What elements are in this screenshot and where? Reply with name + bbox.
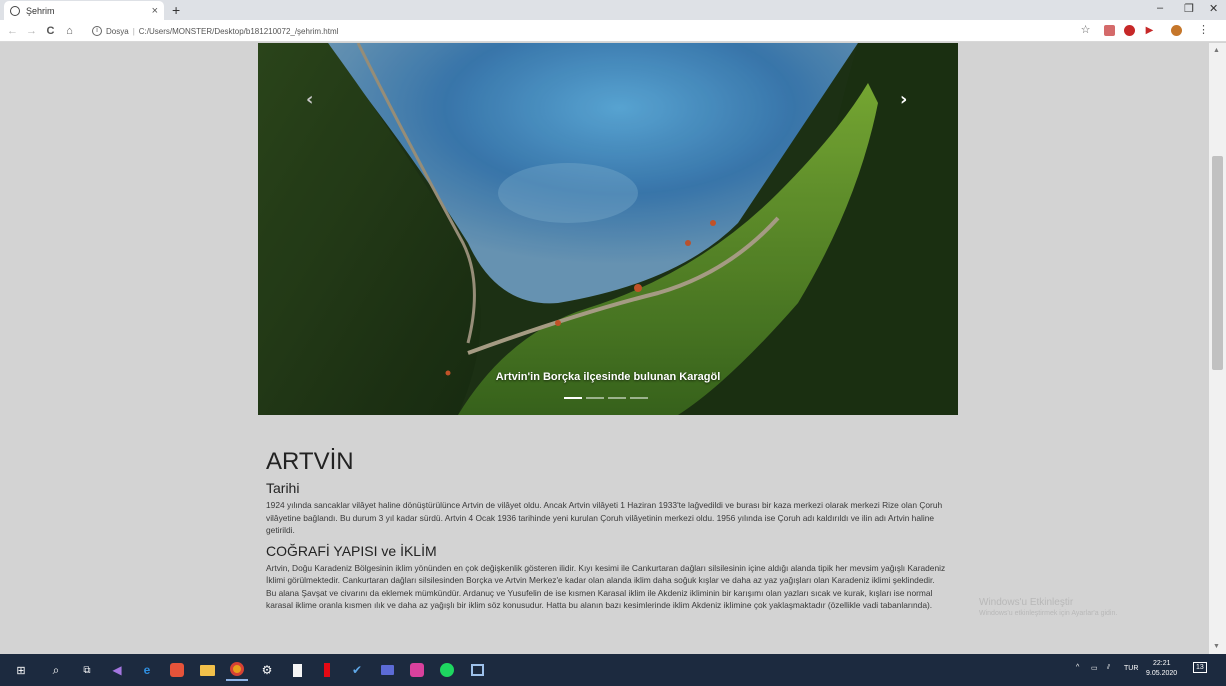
wifi-icon[interactable]: ⫽ — [1107, 664, 1110, 672]
tab-title: Şehrim — [26, 5, 55, 16]
image-carousel: ‹ › Artvin'in Borçka ilçesinde bulunan K… — [258, 43, 958, 415]
address-scheme-label: Dosya — [106, 26, 129, 36]
carousel-indicator-2[interactable] — [586, 397, 604, 399]
address-url[interactable]: C:/Users/MONSTER/Desktop/b181210072_/şeh… — [139, 27, 339, 36]
netflix-icon[interactable] — [316, 659, 338, 681]
bookmark-star-icon[interactable]: ☆ — [1080, 25, 1091, 36]
geography-text: Artvin, Doğu Karadeniz Bölgesinin iklim … — [266, 562, 946, 611]
start-windows-icon[interactable]: ⊞ — [10, 659, 32, 681]
menu-icon[interactable]: ⋮ — [1198, 25, 1209, 36]
paint-app-icon[interactable] — [406, 659, 428, 681]
carousel-indicators — [564, 397, 648, 399]
todo-check-icon[interactable]: ✔ — [346, 659, 368, 681]
page-scrollbar[interactable]: ▲ ▼ — [1209, 43, 1226, 654]
notification-center-icon[interactable]: 13 — [1193, 662, 1207, 673]
scroll-up-arrow[interactable]: ▲ — [1213, 47, 1220, 54]
address-separator: | — [132, 26, 135, 36]
battery-icon[interactable]: ▭ — [1091, 664, 1098, 672]
city-title: ARTVİN — [266, 448, 354, 475]
browser-toolbar: ← → C ⌂ i Dosya | C:/Users/MONSTER/Deskt… — [0, 20, 1226, 42]
extension-record-icon[interactable] — [1124, 25, 1135, 36]
clock-date[interactable]: 9.05.2020 — [1146, 670, 1177, 677]
spotify-icon[interactable] — [436, 659, 458, 681]
scroll-thumb[interactable] — [1212, 156, 1223, 370]
minimize-button[interactable]: – — [1157, 2, 1163, 14]
carousel-prev-button[interactable]: ‹ — [306, 89, 313, 110]
news-app-icon[interactable] — [466, 659, 488, 681]
watermark-title: Windows'u Etkinleştir — [979, 597, 1074, 608]
scroll-down-arrow[interactable]: ▼ — [1213, 643, 1220, 650]
new-tab-button[interactable]: + — [172, 2, 180, 18]
back-button[interactable]: ← — [6, 25, 19, 37]
extension-flag-icon[interactable]: ▶ — [1144, 25, 1155, 36]
tab-close-button[interactable]: × — [152, 5, 158, 17]
karagol-lake-image — [258, 43, 958, 415]
search-icon[interactable]: ⌕ — [45, 659, 67, 681]
history-heading: Tarihi — [266, 480, 300, 496]
tray-chevron-icon[interactable]: ^ — [1076, 664, 1079, 671]
geography-heading: COĞRAFİ YAPISI ve İKLİM — [266, 542, 437, 559]
extension-pdf-icon[interactable] — [1104, 25, 1115, 36]
task-view-icon[interactable]: ⧉ — [76, 659, 98, 681]
globe-icon — [10, 5, 20, 16]
carousel-indicator-3[interactable] — [608, 397, 626, 399]
history-text: 1924 yılında sancaklar vilâyet haline dö… — [266, 500, 943, 535]
clock-time[interactable]: 22:21 — [1153, 660, 1171, 667]
windows-activation-watermark: Windows'u Etkinleştir Windows'u etkinleş… — [979, 597, 1117, 617]
maximize-button[interactable]: ❐ — [1184, 2, 1194, 15]
notepad-icon[interactable] — [286, 659, 308, 681]
file-explorer-icon[interactable] — [196, 659, 218, 681]
carousel-next-button[interactable]: › — [900, 89, 907, 110]
visual-studio-icon[interactable]: ◀ — [106, 659, 128, 681]
chrome-icon[interactable] — [226, 659, 248, 681]
close-window-button[interactable]: ✕ — [1209, 2, 1218, 15]
browser-tab[interactable]: Şehrim × — [4, 1, 164, 20]
address-bar[interactable]: i Dosya | C:/Users/MONSTER/Desktop/b1812… — [92, 23, 1062, 39]
carousel-caption: Artvin'in Borçka ilçesinde bulunan Karag… — [495, 371, 721, 383]
edge-browser-icon[interactable]: e — [136, 659, 158, 681]
language-indicator[interactable]: TUR — [1124, 665, 1138, 672]
settings-gear-icon[interactable]: ⚙ — [256, 659, 278, 681]
profile-avatar[interactable] — [1171, 25, 1182, 36]
tab-strip: Şehrim × + – ❐ ✕ — [0, 0, 1226, 20]
info-icon[interactable]: i — [92, 26, 102, 36]
carousel-indicator-4[interactable] — [630, 397, 648, 399]
page-viewport: ‹ › Artvin'in Borçka ilçesinde bulunan K… — [0, 43, 1209, 654]
mail-icon[interactable] — [376, 659, 398, 681]
forward-button[interactable]: → — [25, 25, 38, 37]
home-button[interactable]: ⌂ — [63, 25, 76, 37]
photo-app-icon[interactable] — [166, 659, 188, 681]
reload-button[interactable]: C — [44, 25, 57, 37]
watermark-subtitle: Windows'u etkinleştirmek için Ayarlar'a … — [979, 610, 1118, 617]
carousel-indicator-1[interactable] — [564, 397, 582, 399]
article: ARTVİN Tarihi 1924 yılında sancaklar vil… — [266, 448, 946, 612]
